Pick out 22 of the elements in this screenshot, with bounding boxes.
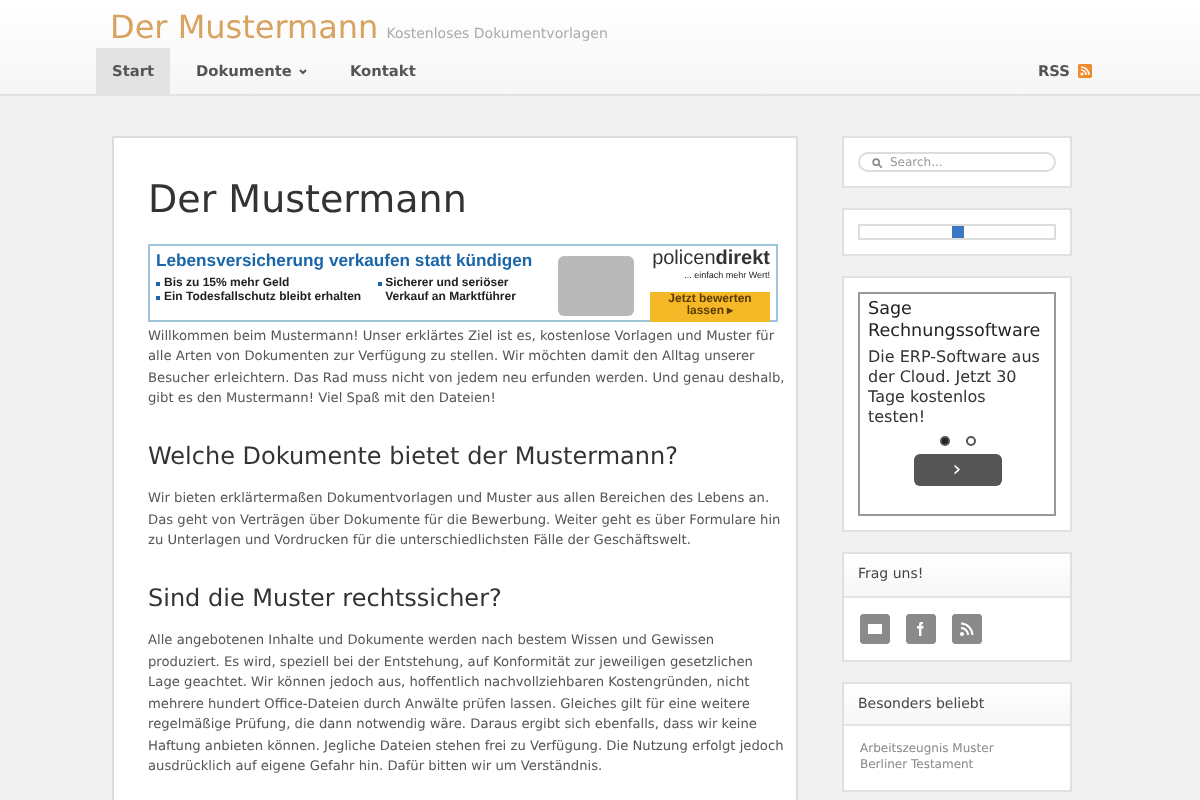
section-heading: Welche Dokumente bietet der Mustermann? <box>148 441 680 471</box>
next-button[interactable]: › <box>913 454 1001 486</box>
caret-icon <box>297 67 308 76</box>
ad-brand: policendirekt <box>652 249 770 270</box>
ad-text: Die ERP-Software aus der Cloud. Jetzt 30 Tage kostenlos testen! <box>868 348 1042 428</box>
pager-dot[interactable] <box>965 436 975 446</box>
ad-strip[interactable] <box>858 224 1056 240</box>
ad-title: Sage Rechnungssoftware <box>868 300 1043 344</box>
pager-dot[interactable] <box>939 436 949 446</box>
rss-icon[interactable] <box>952 613 982 643</box>
section-heading: Sind die Muster rechtssicher? <box>148 583 504 613</box>
ad-headline: Lebensversicherung verkaufen statt kündigen <box>156 249 535 270</box>
rss-icon[interactable] <box>1078 63 1092 78</box>
info-icon <box>951 226 963 238</box>
photo-placeholder <box>558 255 634 316</box>
article-title: Der Mustermann <box>148 178 469 224</box>
mail-icon[interactable] <box>860 613 890 643</box>
ad-banner[interactable] <box>148 243 778 322</box>
bullet-icon <box>377 282 382 287</box>
facebook-icon[interactable] <box>906 613 936 643</box>
sidebar-ad[interactable]: Sage Rechnungssoftware Die ERP-Software aus der Cloud. Jetzt 30 Tage kostenlos testen! › <box>858 292 1056 516</box>
search-icon <box>872 157 882 167</box>
